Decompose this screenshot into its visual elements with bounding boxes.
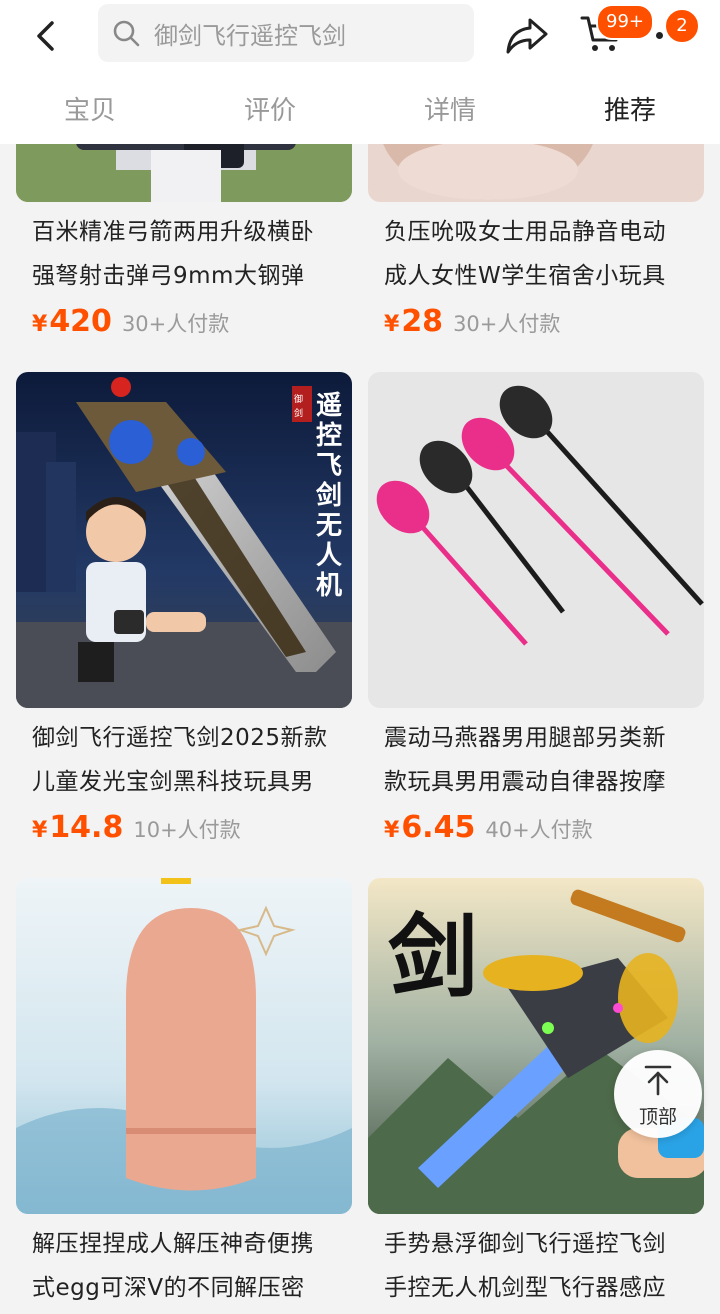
product-grid: 百米精准弓箭两用升级横卧 强弩射击弹弓9mm大钢弹 ¥ 420 30+人付款 负… [0,0,720,1314]
price-row: ¥ 420 30+人付款 [32,304,229,339]
product-card[interactable]: 解压捏捏成人解压神奇便携 式egg可深V的不同解压密 [16,878,352,1314]
arrow-up-icon [644,1065,672,1096]
product-title[interactable]: 手势悬浮御剑飞行遥控飞剑 手控无人机剑型飞行器感应 [384,1222,704,1310]
tab-items[interactable]: 宝贝 [0,78,180,144]
product-card[interactable]: 震动马燕器男用腿部另类新 款玩具男用震动自律器按摩 ¥ 6.45 40+人付款 [368,372,704,872]
price-row: ¥ 14.8 10+人付款 [32,810,241,845]
search-input[interactable]: 御剑飞行遥控飞剑 [154,16,346,51]
image-seal-text: 御 [294,393,303,405]
more-icon[interactable] [656,32,663,39]
product-price: 14.8 [49,810,124,845]
product-title[interactable]: 百米精准弓箭两用升级横卧 强弩射击弹弓9mm大钢弹 [32,210,352,298]
sales-count: 30+人付款 [121,312,230,336]
back-to-top-label: 顶部 [638,1106,677,1128]
image-seal-text: 剑 [294,407,303,419]
search-bar[interactable]: 御剑飞行遥控飞剑 [98,4,474,62]
sales-count: 40+人付款 [485,818,593,842]
currency-symbol: ¥ [32,312,48,337]
sales-count: 10+人付款 [133,818,241,842]
price-row: ¥ 6.45 40+人付款 [384,810,593,845]
back-button[interactable] [24,14,68,58]
product-title[interactable]: 震动马燕器男用腿部另类新 款玩具男用震动自律器按摩 [384,716,704,804]
product-title[interactable]: 解压捏捏成人解压神奇便携 式egg可深V的不同解压密 [32,1222,352,1310]
search-icon [113,20,140,47]
sales-count: 30+人付款 [453,312,561,336]
product-image[interactable]: 遥 控 飞 剑 无 人 机 御 剑 [16,372,352,708]
product-image[interactable] [16,878,352,1214]
back-to-top-button[interactable]: 顶部 [614,1050,702,1138]
product-image[interactable]: 剑 [368,878,704,1214]
image-vertical-text-char: 遥 [316,391,342,421]
tab-recommend[interactable]: 推荐 [540,78,720,144]
tab-reviews[interactable]: 评价 [180,78,360,144]
image-calligraphy-text: 剑 [388,904,478,1010]
product-card[interactable]: 遥 控 飞 剑 无 人 机 御 剑 御剑飞行遥控飞剑2025新款 儿童发光宝剑黑… [16,372,352,872]
product-title[interactable]: 负压吮吸女士用品静音电动 成人女性W学生宿舍小玩具 [384,210,704,298]
top-bar: 御剑飞行遥控飞剑 99+ 2 宝贝 评价 详情 推荐 [0,0,720,144]
back-arrow-icon [37,21,54,51]
currency-symbol: ¥ [384,818,400,843]
image-vertical-text-char: 人 [316,541,342,571]
product-title[interactable]: 御剑飞行遥控飞剑2025新款 儿童发光宝剑黑科技玩具男 [32,716,352,804]
cart-badge: 99+ [596,4,654,40]
tab-details[interactable]: 详情 [360,78,540,144]
product-image[interactable] [368,372,704,708]
product-price: 420 [49,304,112,339]
image-vertical-text-char: 剑 [316,480,342,511]
price-row: ¥ 28 30+人付款 [384,304,560,339]
share-icon[interactable] [504,12,550,58]
image-vertical-text-char: 飞 [316,451,342,481]
product-price: 28 [401,304,444,339]
image-vertical-text-char: 控 [316,421,342,451]
message-badge: 2 [664,8,700,44]
tab-bar: 宝贝 评价 详情 推荐 [0,78,720,144]
currency-symbol: ¥ [32,818,48,843]
image-vertical-text-char: 无 [316,511,342,541]
product-price: 6.45 [401,810,476,845]
image-vertical-text-char: 机 [316,571,342,601]
currency-symbol: ¥ [384,312,400,337]
